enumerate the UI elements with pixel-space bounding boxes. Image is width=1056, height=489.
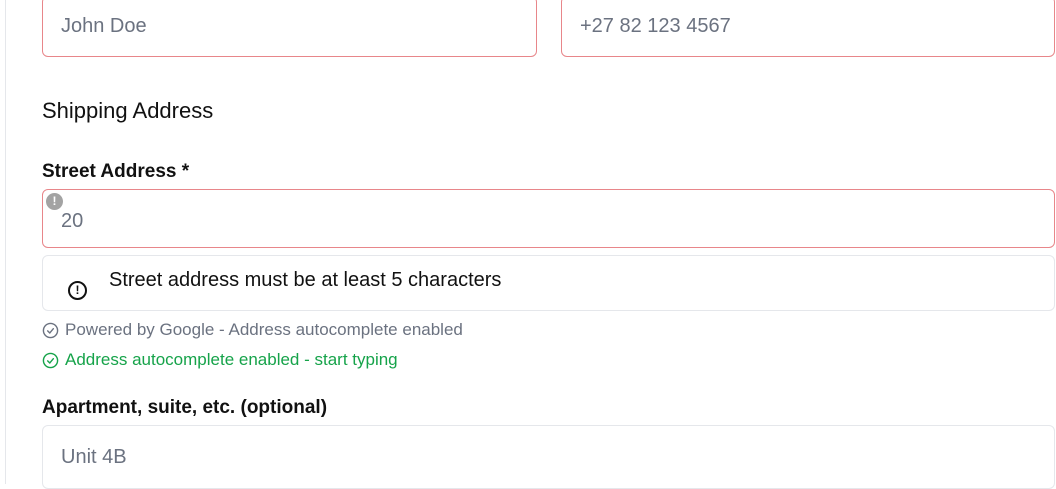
full-name-field[interactable]	[42, 0, 537, 57]
validation-alert: ! Street address must be at least 5 char…	[42, 255, 1055, 311]
apartment-input[interactable]	[61, 445, 1054, 469]
alert-message: Street address must be at least 5 charac…	[109, 269, 502, 291]
check-circle-icon	[42, 322, 59, 338]
street-address-input[interactable]	[61, 210, 1054, 233]
left-divider	[5, 0, 6, 484]
section-title-shipping: Shipping Address	[42, 98, 214, 123]
phone-input[interactable]	[580, 15, 1054, 38]
phone-field[interactable]	[561, 0, 1055, 57]
autocomplete-hint: Address autocomplete enabled - start typ…	[42, 350, 398, 370]
autocomplete-text: Address autocomplete enabled - start typ…	[65, 350, 398, 369]
apartment-label: Apartment, suite, etc. (optional)	[42, 397, 328, 418]
powered-by-text: Powered by Google - Address autocomplete…	[65, 320, 463, 339]
alert-circle-icon: !	[68, 281, 87, 300]
street-address-field[interactable]	[42, 189, 1055, 248]
field-warning-icon: !	[46, 193, 63, 210]
powered-by-hint: Powered by Google - Address autocomplete…	[42, 320, 463, 340]
street-address-label: Street Address *	[42, 161, 190, 182]
full-name-input[interactable]	[61, 15, 536, 38]
apartment-field[interactable]	[42, 425, 1055, 489]
check-circle-icon	[42, 352, 59, 368]
